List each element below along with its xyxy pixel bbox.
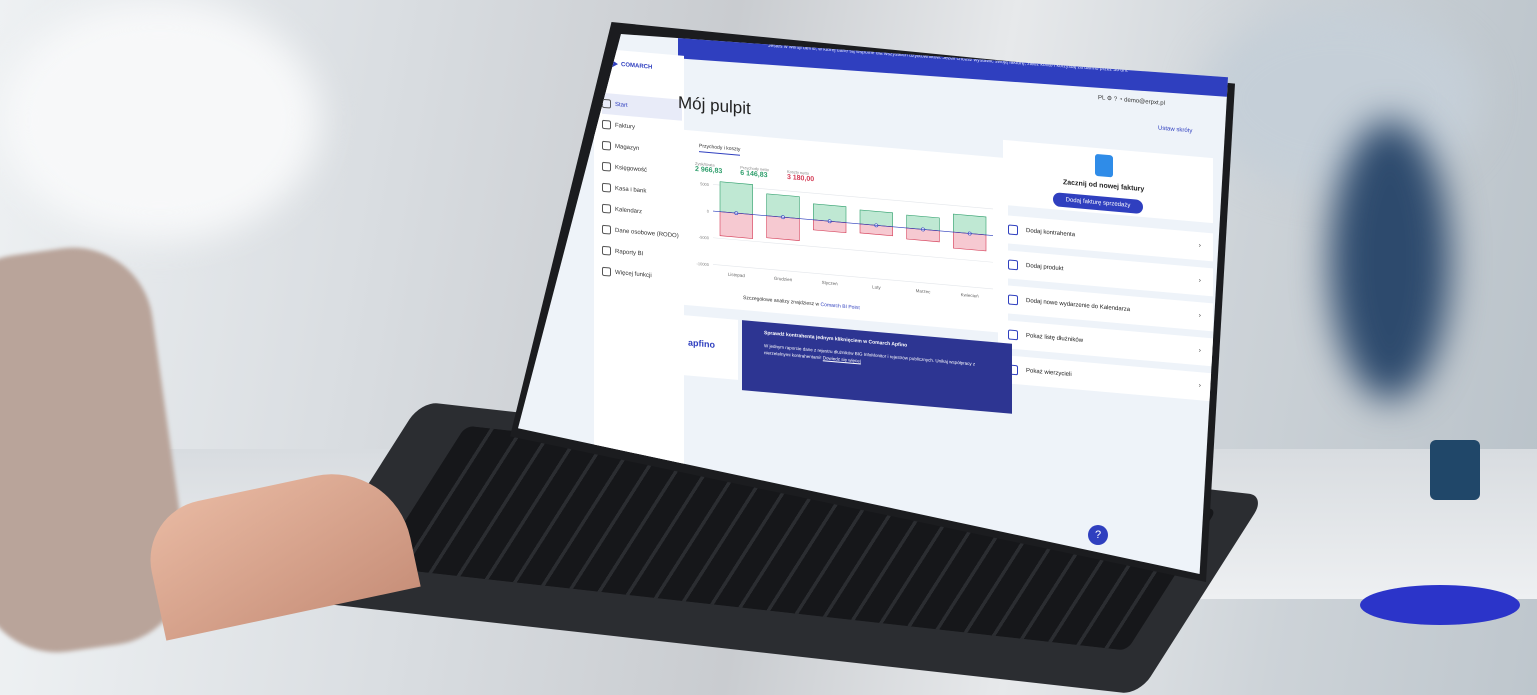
action-label: Pokaż listę dłużników <box>1026 333 1084 345</box>
sidebar: COMARCH Start Faktury Magazyn Księgowość… <box>594 48 684 486</box>
kpi-value: 6 146,83 <box>740 169 768 180</box>
gridline <box>713 264 993 290</box>
add-sales-invoice-button[interactable]: Dodaj fakturę sprzedaży <box>1053 192 1143 215</box>
tab-revenue-costs[interactable]: Przychody i koszty <box>699 143 741 156</box>
box-icon <box>1008 259 1018 271</box>
sidebar-item-label: Dane osobowe (RODO) <box>615 227 679 239</box>
profit-line <box>713 210 993 236</box>
sidebar-item-label: Więcej funkcji <box>615 269 652 279</box>
logo-text: COMARCH <box>621 62 653 71</box>
calendar-icon <box>602 203 611 214</box>
sidebar-item-label: Faktury <box>615 122 636 131</box>
calendar-icon <box>1008 294 1018 306</box>
apfino-promo: apfino Sprawdź kontrahenta jednym klikni… <box>678 314 1012 414</box>
x-category-label: Grudzień <box>774 276 793 283</box>
set-shortcuts-link[interactable]: Ustaw skróty <box>1158 125 1192 134</box>
user-menu[interactable]: demo@erpxt.pl <box>1124 97 1165 107</box>
sidebar-nav: Start Faktury Magazyn Księgowość Kasa i … <box>602 92 682 289</box>
apfino-logo-text: apfino <box>688 337 715 350</box>
x-category-label: Luty <box>872 284 881 290</box>
action-label: Dodaj produkt <box>1026 263 1064 273</box>
bank-icon <box>602 182 611 193</box>
blue-disk <box>1360 585 1520 625</box>
revenue-costs-chart: 5000 0 -5000 -10000 Listopad Grudzień Styczeń L… <box>697 181 993 299</box>
promo-text: W jednym raporcie dane z rejestru dłużni… <box>764 342 994 376</box>
sidebar-item-label: Kalendarz <box>615 206 643 215</box>
chevron-right-icon: › <box>1198 312 1201 320</box>
person-add-icon <box>1008 224 1018 236</box>
kpi-value: 2 966,83 <box>695 165 723 176</box>
kpi-value: 3 180,00 <box>786 173 815 184</box>
kpi-costs: Koszty netto 3 180,00 <box>787 169 814 183</box>
action-label: Dodaj kontrahenta <box>1026 228 1076 239</box>
group-icon <box>1008 329 1018 341</box>
revenue-bar[interactable] <box>766 193 800 219</box>
app-logo[interactable]: COMARCH <box>608 57 652 73</box>
chevron-right-icon: › <box>1198 242 1201 250</box>
kpi-profit: Zysk/strata 2 966,83 <box>695 161 722 175</box>
accounting-icon <box>602 161 611 172</box>
quick-actions: Dodaj kontrahenta › Dodaj produkt › Dodaj … <box>998 214 1213 409</box>
sidebar-item-label: Magazyn <box>615 143 640 152</box>
invoice-icon <box>1095 153 1113 178</box>
chevron-right-icon: › <box>1198 347 1201 355</box>
apfino-logo: apfino <box>678 314 738 380</box>
x-category-label: Kwiecień <box>961 292 979 299</box>
gridline <box>713 237 993 263</box>
promo-body-text: W jednym raporcie dane z rejestru dłużni… <box>764 343 976 367</box>
chevron-right-icon: › <box>1198 382 1201 390</box>
sidebar-item-label: Start <box>615 101 628 109</box>
promo-banner[interactable]: Sprawdź kontrahenta jednym kliknięciem w… <box>742 320 1012 414</box>
cost-bar[interactable] <box>719 211 753 239</box>
y-tick-label: 5000 <box>700 181 710 187</box>
action-label: Pokaż wierzycieli <box>1026 368 1072 379</box>
bell-icon[interactable]: ◔ <box>1119 97 1123 103</box>
background-cup <box>1430 440 1480 500</box>
bi-point-link[interactable]: Comarch BI Point <box>821 302 860 311</box>
gridline <box>713 184 993 210</box>
chart-card: Przychody i koszty Zysk/strata 2 966,83 P… <box>683 129 1008 334</box>
y-tick-label: 0 <box>707 209 710 214</box>
more-icon <box>602 266 611 277</box>
y-tick-label: -5000 <box>699 235 710 241</box>
y-tick-label: -10000 <box>697 261 710 267</box>
new-invoice-card: Zacznij od nowej faktury Dodaj fakturę s… <box>1003 139 1213 224</box>
action-label: Dodaj nowe wydarzenie do Kalendarza <box>1026 298 1131 314</box>
language-switch[interactable]: PL <box>1098 95 1105 102</box>
x-category-label: Listopad <box>728 272 745 279</box>
help-button[interactable]: ? <box>1088 525 1108 545</box>
x-category-label: Marzec <box>916 288 931 294</box>
new-invoice-title: Zacznij od nowej faktury <box>1063 179 1145 194</box>
invoice-icon <box>602 119 611 130</box>
reports-icon <box>602 245 611 256</box>
header-tools: PL ⚙ ? ◔ demo@erpxt.pl <box>1098 94 1165 107</box>
background-light <box>0 0 320 240</box>
help-icon[interactable]: ? <box>1114 96 1117 102</box>
background-person <box>1330 120 1450 400</box>
x-category-label: Styczeń <box>822 280 838 286</box>
sidebar-item-label: Kasa i bank <box>615 185 647 195</box>
sidebar-item-label: Raporty BI <box>615 248 644 257</box>
cost-bar[interactable] <box>766 215 800 241</box>
gear-icon[interactable]: ⚙ <box>1107 96 1112 102</box>
page-title: Mój pulpit <box>678 92 751 119</box>
sidebar-item-label: Księgowość <box>615 164 648 174</box>
background-blur <box>1200 10 1480 190</box>
warehouse-icon <box>602 140 611 151</box>
person-icon <box>602 224 611 235</box>
chevron-right-icon: › <box>1198 277 1201 285</box>
promo-link[interactable]: Dowiedz się więcej <box>823 355 861 363</box>
revenue-bar[interactable] <box>719 181 753 215</box>
kpi-revenue: Przychody netto 6 146,83 <box>740 165 769 180</box>
